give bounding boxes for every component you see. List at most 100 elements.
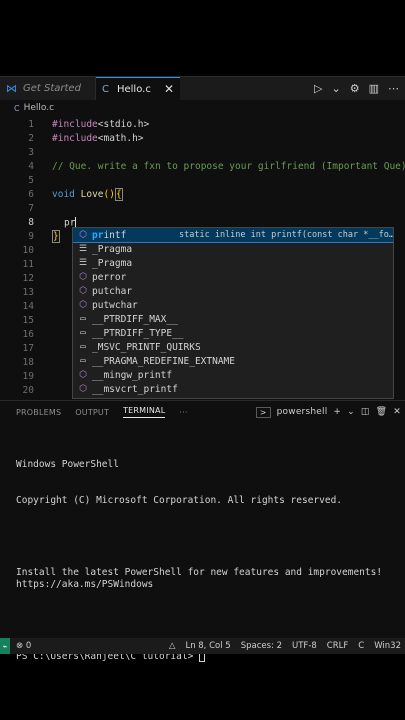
suggestion-item[interactable]: ⬡ putchar <box>73 284 393 298</box>
suggestion-label: _Pragma <box>92 257 133 269</box>
terminal-line: Copyright (C) Microsoft Corporation. All… <box>16 495 343 506</box>
line-number: 20 <box>22 385 34 396</box>
suggestion-item[interactable]: ▭ _MSVC_PRINTF_QUIRKS <box>73 340 393 354</box>
tab-hello-c-label: Hello.c <box>116 83 151 95</box>
status-language[interactable]: C <box>358 641 364 651</box>
tab-terminal[interactable]: TERMINAL <box>123 406 166 418</box>
suggestion-label: __msvcrt_printf <box>92 383 178 395</box>
breadcrumb[interactable]: C Hello.c <box>0 100 405 116</box>
vscode-icon: ⋈ <box>6 82 17 95</box>
code-token: <math.h> <box>97 133 144 144</box>
line-number: 18 <box>22 357 34 368</box>
chevron-down-icon[interactable]: ⌄ <box>347 407 355 417</box>
suggestion-label: __PTRDIFF_MAX__ <box>92 313 178 325</box>
code-token: () <box>103 189 115 200</box>
suggestion-label: __mingw_printf <box>92 369 173 381</box>
code-line: } <box>52 230 60 243</box>
terminal-line: Install the latest PowerShell for new fe… <box>16 567 388 590</box>
c-file-icon: C <box>102 83 109 95</box>
editor-tab-bar: ⋈ Get Started C Hello.c ✕ ▷ ⌄ ⚙ ▥ ⋯ <box>0 76 405 101</box>
cube-icon: ⬡ <box>79 230 87 240</box>
run-dropdown-icon[interactable]: ⌄ <box>332 82 341 95</box>
suggestion-item[interactable]: ☰ _Pragma <box>73 242 393 256</box>
split-editor-icon[interactable]: ▥ <box>369 82 379 95</box>
suggestion-item[interactable]: ▭ __PTRDIFF_TYPE__ <box>73 326 393 340</box>
status-bar: ⌁ ⊗ 0 △ Ln 8, Col 5 Spaces: 2 UTF-8 CRLF… <box>0 638 405 654</box>
macro-icon: ▭ <box>80 356 86 366</box>
code-comment: // Que. write a fxn to propose your girl… <box>52 161 405 172</box>
trash-icon[interactable]: 🗑 <box>376 407 388 417</box>
suggestion-label: _MSVC_PRINTF_QUIRKS <box>92 341 201 353</box>
status-platform[interactable]: Win32 <box>374 641 401 651</box>
suggestion-label: perror <box>92 271 127 283</box>
status-spaces[interactable]: Spaces: 2 <box>241 641 282 651</box>
split-terminal-icon[interactable]: ◫ <box>361 407 370 417</box>
run-icon[interactable]: ▷ <box>314 82 322 95</box>
panel-tab-bar: PROBLEMS OUTPUT TERMINAL ··· > powershel… <box>0 401 405 423</box>
code-token: #include <box>52 133 98 144</box>
code-token: Love <box>80 189 104 200</box>
remote-indicator[interactable]: ⌁ <box>0 638 10 654</box>
panel-actions: > powershell + ⌄ ◫ 🗑 ✕ <box>255 406 405 418</box>
close-panel-icon[interactable]: ✕ <box>393 407 401 417</box>
code-token: <stdio.h> <box>97 119 150 130</box>
status-right-group: △ Ln 8, Col 5 Spaces: 2 UTF-8 CRLF C Win… <box>169 641 405 651</box>
cube-icon: ⬡ <box>79 300 87 310</box>
line-number: 14 <box>22 301 34 312</box>
breadcrumb-file[interactable]: Hello.c <box>24 103 54 113</box>
terminal-profile-icon: > <box>255 406 271 418</box>
panel-more-icon[interactable]: ··· <box>179 408 187 417</box>
cube-icon: ⬡ <box>79 370 87 380</box>
suggestion-label: putwchar <box>92 299 138 311</box>
line-number: 15 <box>22 315 34 326</box>
status-eol[interactable]: CRLF <box>327 641 348 651</box>
line-number: 11 <box>22 259 34 270</box>
status-position[interactable]: Ln 8, Col 5 <box>185 641 230 651</box>
macro-icon: ▭ <box>80 314 86 324</box>
cube-icon: ⬡ <box>79 286 87 296</box>
new-terminal-icon[interactable]: + <box>333 407 341 417</box>
code-line: #include<stdio.h> <box>52 119 149 130</box>
cube-icon: ⬡ <box>79 272 87 282</box>
code-token: void <box>52 189 75 200</box>
line-number: 13 <box>22 287 34 298</box>
line-number: 10 <box>22 245 34 256</box>
code-line: void Love(){ <box>52 188 123 201</box>
warning-icon[interactable]: △ <box>169 641 176 651</box>
cube-icon: ⬡ <box>79 384 87 394</box>
tab-get-started[interactable]: ⋈ Get Started <box>0 76 96 101</box>
tab-get-started-label: Get Started <box>23 83 81 94</box>
line-number: 12 <box>22 273 34 284</box>
tab-hello-c[interactable]: C Hello.c ✕ <box>96 76 180 101</box>
code-line: #include<math.h> <box>52 133 144 144</box>
suggestion-item[interactable]: ⬡ __mingw_printf <box>73 368 393 382</box>
line-number: 17 <box>22 343 34 354</box>
line-number: 5 <box>28 175 34 186</box>
suggestion-item[interactable]: ⬡ __msvcrt_printf <box>73 382 393 396</box>
tab-problems[interactable]: PROBLEMS <box>16 408 61 417</box>
status-errors[interactable]: ⊗ 0 <box>10 641 31 651</box>
more-actions-icon[interactable]: ⋯ <box>388 82 399 95</box>
line-number: 2 <box>28 133 34 144</box>
suggestion-label: __PRAGMA_REDEFINE_EXTNAME <box>92 355 235 367</box>
suggestion-label: putchar <box>92 285 133 297</box>
terminal-name[interactable]: powershell <box>277 407 328 417</box>
gear-icon[interactable]: ⚙ <box>350 82 360 95</box>
code-token: } <box>52 230 60 243</box>
line-number: 7 <box>28 203 34 214</box>
suggestion-item[interactable]: ⬡ putwchar <box>73 298 393 312</box>
suggestion-item[interactable]: ▭ __PRAGMA_REDEFINE_EXTNAME <box>73 354 393 368</box>
close-icon[interactable]: ✕ <box>164 82 174 96</box>
status-encoding[interactable]: UTF-8 <box>292 641 317 651</box>
tab-output[interactable]: OUTPUT <box>75 408 109 417</box>
suggestion-item[interactable]: ☰ _Pragma <box>73 256 393 270</box>
bottom-panel: PROBLEMS OUTPUT TERMINAL ··· > powershel… <box>0 400 405 662</box>
suggestion-item[interactable]: ⬡ printf static inline int printf(const … <box>73 228 393 243</box>
line-number: 8 <box>28 217 34 228</box>
suggestion-item[interactable]: ▭ __PTRDIFF_MAX__ <box>73 312 393 326</box>
editor-actions: ▷ ⌄ ⚙ ▥ ⋯ <box>314 82 405 95</box>
suggestion-item[interactable]: ⬡ perror <box>73 270 393 284</box>
suggestion-label: __PTRDIFF_TYPE__ <box>92 327 184 339</box>
autocomplete-suggestions[interactable]: ⬡ printf static inline int printf(const … <box>72 227 394 399</box>
code-token: #include <box>52 119 98 130</box>
